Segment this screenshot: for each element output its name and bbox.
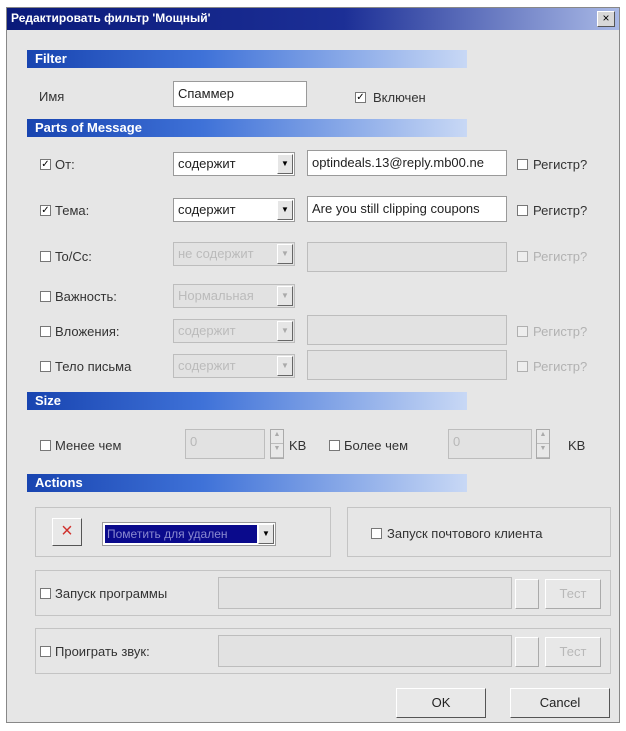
action-select-value: Пометить для удален xyxy=(105,525,257,543)
from-operator-value: содержит xyxy=(178,156,236,171)
importance-label: Важность: xyxy=(55,289,117,304)
action-select[interactable]: Пометить для удален ▼ xyxy=(102,522,276,546)
close-button[interactable]: × xyxy=(597,11,615,27)
launch-client-checkbox[interactable] xyxy=(371,528,382,539)
chevron-down-icon[interactable]: ▼ xyxy=(258,524,274,544)
spin-down-icon[interactable]: ▼ xyxy=(537,444,549,458)
tocc-case-label: Регистр? xyxy=(533,249,588,264)
from-label: От: xyxy=(55,157,75,172)
attachments-checkbox[interactable] xyxy=(40,326,51,337)
attachments-case-checkbox[interactable] xyxy=(517,326,528,337)
tocc-operator-select[interactable]: не содержит ▼ xyxy=(173,242,295,266)
tocc-checkbox[interactable] xyxy=(40,251,51,262)
body-label: Тело письма xyxy=(55,359,132,374)
tocc-value-input[interactable] xyxy=(307,242,507,272)
section-filter: Filter xyxy=(27,50,467,68)
from-checkbox[interactable]: ✓ xyxy=(40,159,51,170)
subject-operator-select[interactable]: содержит ▼ xyxy=(173,198,295,222)
body-case-checkbox[interactable] xyxy=(517,361,528,372)
body-value-input[interactable] xyxy=(307,350,507,380)
filter-dialog: Редактировать фильтр 'Мощный' × Filter И… xyxy=(6,7,620,723)
importance-select[interactable]: Нормальная ▼ xyxy=(173,284,295,308)
importance-checkbox[interactable] xyxy=(40,291,51,302)
play-sound-checkbox[interactable] xyxy=(40,646,51,657)
delete-icon: × xyxy=(61,520,73,542)
play-sound-label: Проиграть звук: xyxy=(55,644,150,659)
subject-value-input[interactable]: Are you still clipping coupons xyxy=(307,196,507,222)
play-sound-test-button[interactable]: Тест xyxy=(545,637,601,667)
tocc-case-checkbox[interactable] xyxy=(517,251,528,262)
spin-up-icon[interactable]: ▲ xyxy=(271,430,283,444)
size-less-label: Менее чем xyxy=(55,438,122,453)
subject-case-checkbox[interactable] xyxy=(517,205,528,216)
run-program-browse-button[interactable] xyxy=(515,579,539,609)
launch-client-label: Запуск почтового клиента xyxy=(387,526,543,541)
size-less-input[interactable]: 0 xyxy=(185,429,265,459)
run-program-path-input[interactable] xyxy=(218,577,512,609)
title-bar: Редактировать фильтр 'Мощный' × xyxy=(7,8,619,30)
name-input[interactable]: Спаммер xyxy=(173,81,307,107)
play-sound-path-input[interactable] xyxy=(218,635,512,667)
chevron-down-icon[interactable]: ▼ xyxy=(277,321,293,341)
name-label: Имя xyxy=(39,89,65,104)
delete-action-button[interactable]: × xyxy=(52,518,82,546)
run-program-test-button[interactable]: Тест xyxy=(545,579,601,609)
section-size: Size xyxy=(27,392,467,410)
window-title: Редактировать фильтр 'Мощный' xyxy=(11,11,211,25)
section-parts-of-message: Parts of Message xyxy=(27,119,467,137)
enabled-checkbox[interactable]: ✓ xyxy=(355,92,366,103)
size-more-spinner[interactable]: ▲ ▼ xyxy=(536,429,550,459)
ok-button[interactable]: OK xyxy=(396,688,486,718)
spin-down-icon[interactable]: ▼ xyxy=(271,444,283,458)
from-case-checkbox[interactable] xyxy=(517,159,528,170)
enabled-label: Включен xyxy=(373,90,426,105)
size-less-unit: KB xyxy=(289,438,307,453)
subject-label: Тема: xyxy=(55,203,90,218)
size-more-unit: KB xyxy=(568,438,586,453)
spin-up-icon[interactable]: ▲ xyxy=(537,430,549,444)
body-case-label: Регистр? xyxy=(533,359,588,374)
attachments-label: Вложения: xyxy=(55,324,120,339)
from-operator-select[interactable]: содержит ▼ xyxy=(173,152,295,176)
run-program-label: Запуск программы xyxy=(55,586,168,601)
attachments-operator-value: содержит xyxy=(178,323,236,338)
tocc-operator-value: не содержит xyxy=(178,246,254,261)
size-more-input[interactable]: 0 xyxy=(448,429,532,459)
size-more-checkbox[interactable] xyxy=(329,440,340,451)
importance-value: Нормальная xyxy=(178,288,254,303)
subject-operator-value: содержит xyxy=(178,202,236,217)
run-program-checkbox[interactable] xyxy=(40,588,51,599)
chevron-down-icon[interactable]: ▼ xyxy=(277,200,293,220)
tocc-label: To/Cc: xyxy=(55,249,92,264)
subject-case-label: Регистр? xyxy=(533,203,588,218)
body-operator-value: содержит xyxy=(178,358,236,373)
body-checkbox[interactable] xyxy=(40,361,51,372)
section-actions: Actions xyxy=(27,474,467,492)
body-operator-select[interactable]: содержит ▼ xyxy=(173,354,295,378)
chevron-down-icon[interactable]: ▼ xyxy=(277,244,293,264)
size-less-checkbox[interactable] xyxy=(40,440,51,451)
chevron-down-icon[interactable]: ▼ xyxy=(277,286,293,306)
size-less-spinner[interactable]: ▲ ▼ xyxy=(270,429,284,459)
from-case-label: Регистр? xyxy=(533,157,588,172)
attachments-case-label: Регистр? xyxy=(533,324,588,339)
attachments-value-input[interactable] xyxy=(307,315,507,345)
size-more-label: Более чем xyxy=(344,438,409,453)
chevron-down-icon[interactable]: ▼ xyxy=(277,154,293,174)
subject-checkbox[interactable]: ✓ xyxy=(40,205,51,216)
cancel-button[interactable]: Cancel xyxy=(510,688,610,718)
play-sound-browse-button[interactable] xyxy=(515,637,539,667)
attachments-operator-select[interactable]: содержит ▼ xyxy=(173,319,295,343)
chevron-down-icon[interactable]: ▼ xyxy=(277,356,293,376)
from-value-input[interactable]: optindeals.13@reply.mb00.ne xyxy=(307,150,507,176)
